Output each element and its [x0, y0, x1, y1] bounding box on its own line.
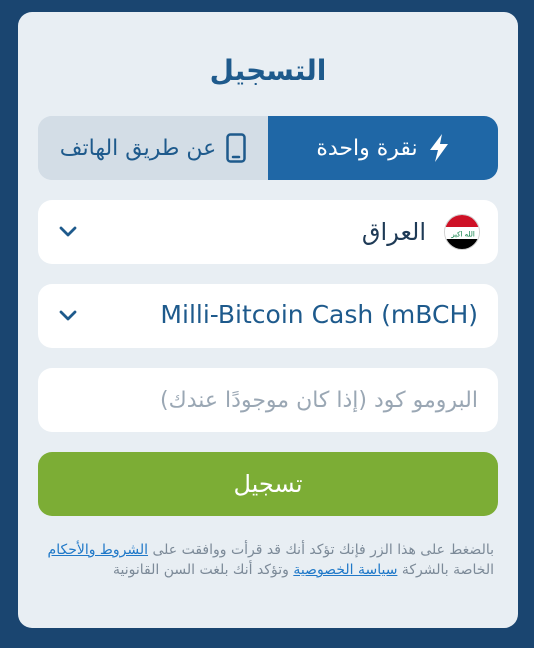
registration-tabs: عن طريق الهاتف نقرة واحدة — [38, 116, 498, 180]
lightning-icon — [428, 133, 450, 163]
privacy-link[interactable]: سياسة الخصوصية — [293, 562, 397, 578]
registration-card: التسجيل عن طريق الهاتف نقرة واحدة العراق… — [18, 12, 518, 628]
tab-one-click-label: نقرة واحدة — [316, 135, 418, 161]
promo-code-input[interactable] — [58, 380, 478, 420]
chevron-down-icon — [58, 306, 78, 330]
terms-link[interactable]: الشروط والأحكام — [48, 542, 148, 558]
terms-text-3: وتؤكد أنك بلغت السن القانونية — [112, 562, 294, 578]
terms-text-2: الخاصة بالشركة — [397, 562, 494, 578]
promo-code-field — [38, 368, 498, 432]
currency-select[interactable]: Milli-Bitcoin Cash (mBCH) — [38, 284, 498, 348]
tab-phone[interactable]: عن طريق الهاتف — [38, 116, 268, 180]
terms-text-1: بالضغط على هذا الزر فإنك تؤكد أنك قد قرأ… — [148, 542, 494, 558]
tab-one-click[interactable]: نقرة واحدة — [268, 116, 498, 180]
flag-inscription: الله اكبر — [450, 231, 475, 239]
page-title: التسجيل — [209, 54, 327, 87]
country-label: العراق — [361, 218, 426, 246]
country-select[interactable]: العراق الله اكبر — [38, 200, 498, 264]
register-button[interactable]: تسجيل — [38, 452, 498, 516]
chevron-down-icon — [58, 222, 78, 246]
tab-phone-label: عن طريق الهاتف — [59, 135, 217, 161]
currency-label: Milli-Bitcoin Cash (mBCH) — [160, 300, 478, 329]
smartphone-icon — [226, 133, 247, 163]
terms-notice: بالضغط على هذا الزر فإنك تؤكد أنك قد قرأ… — [42, 540, 494, 580]
iraq-flag-icon: الله اكبر — [444, 214, 480, 250]
